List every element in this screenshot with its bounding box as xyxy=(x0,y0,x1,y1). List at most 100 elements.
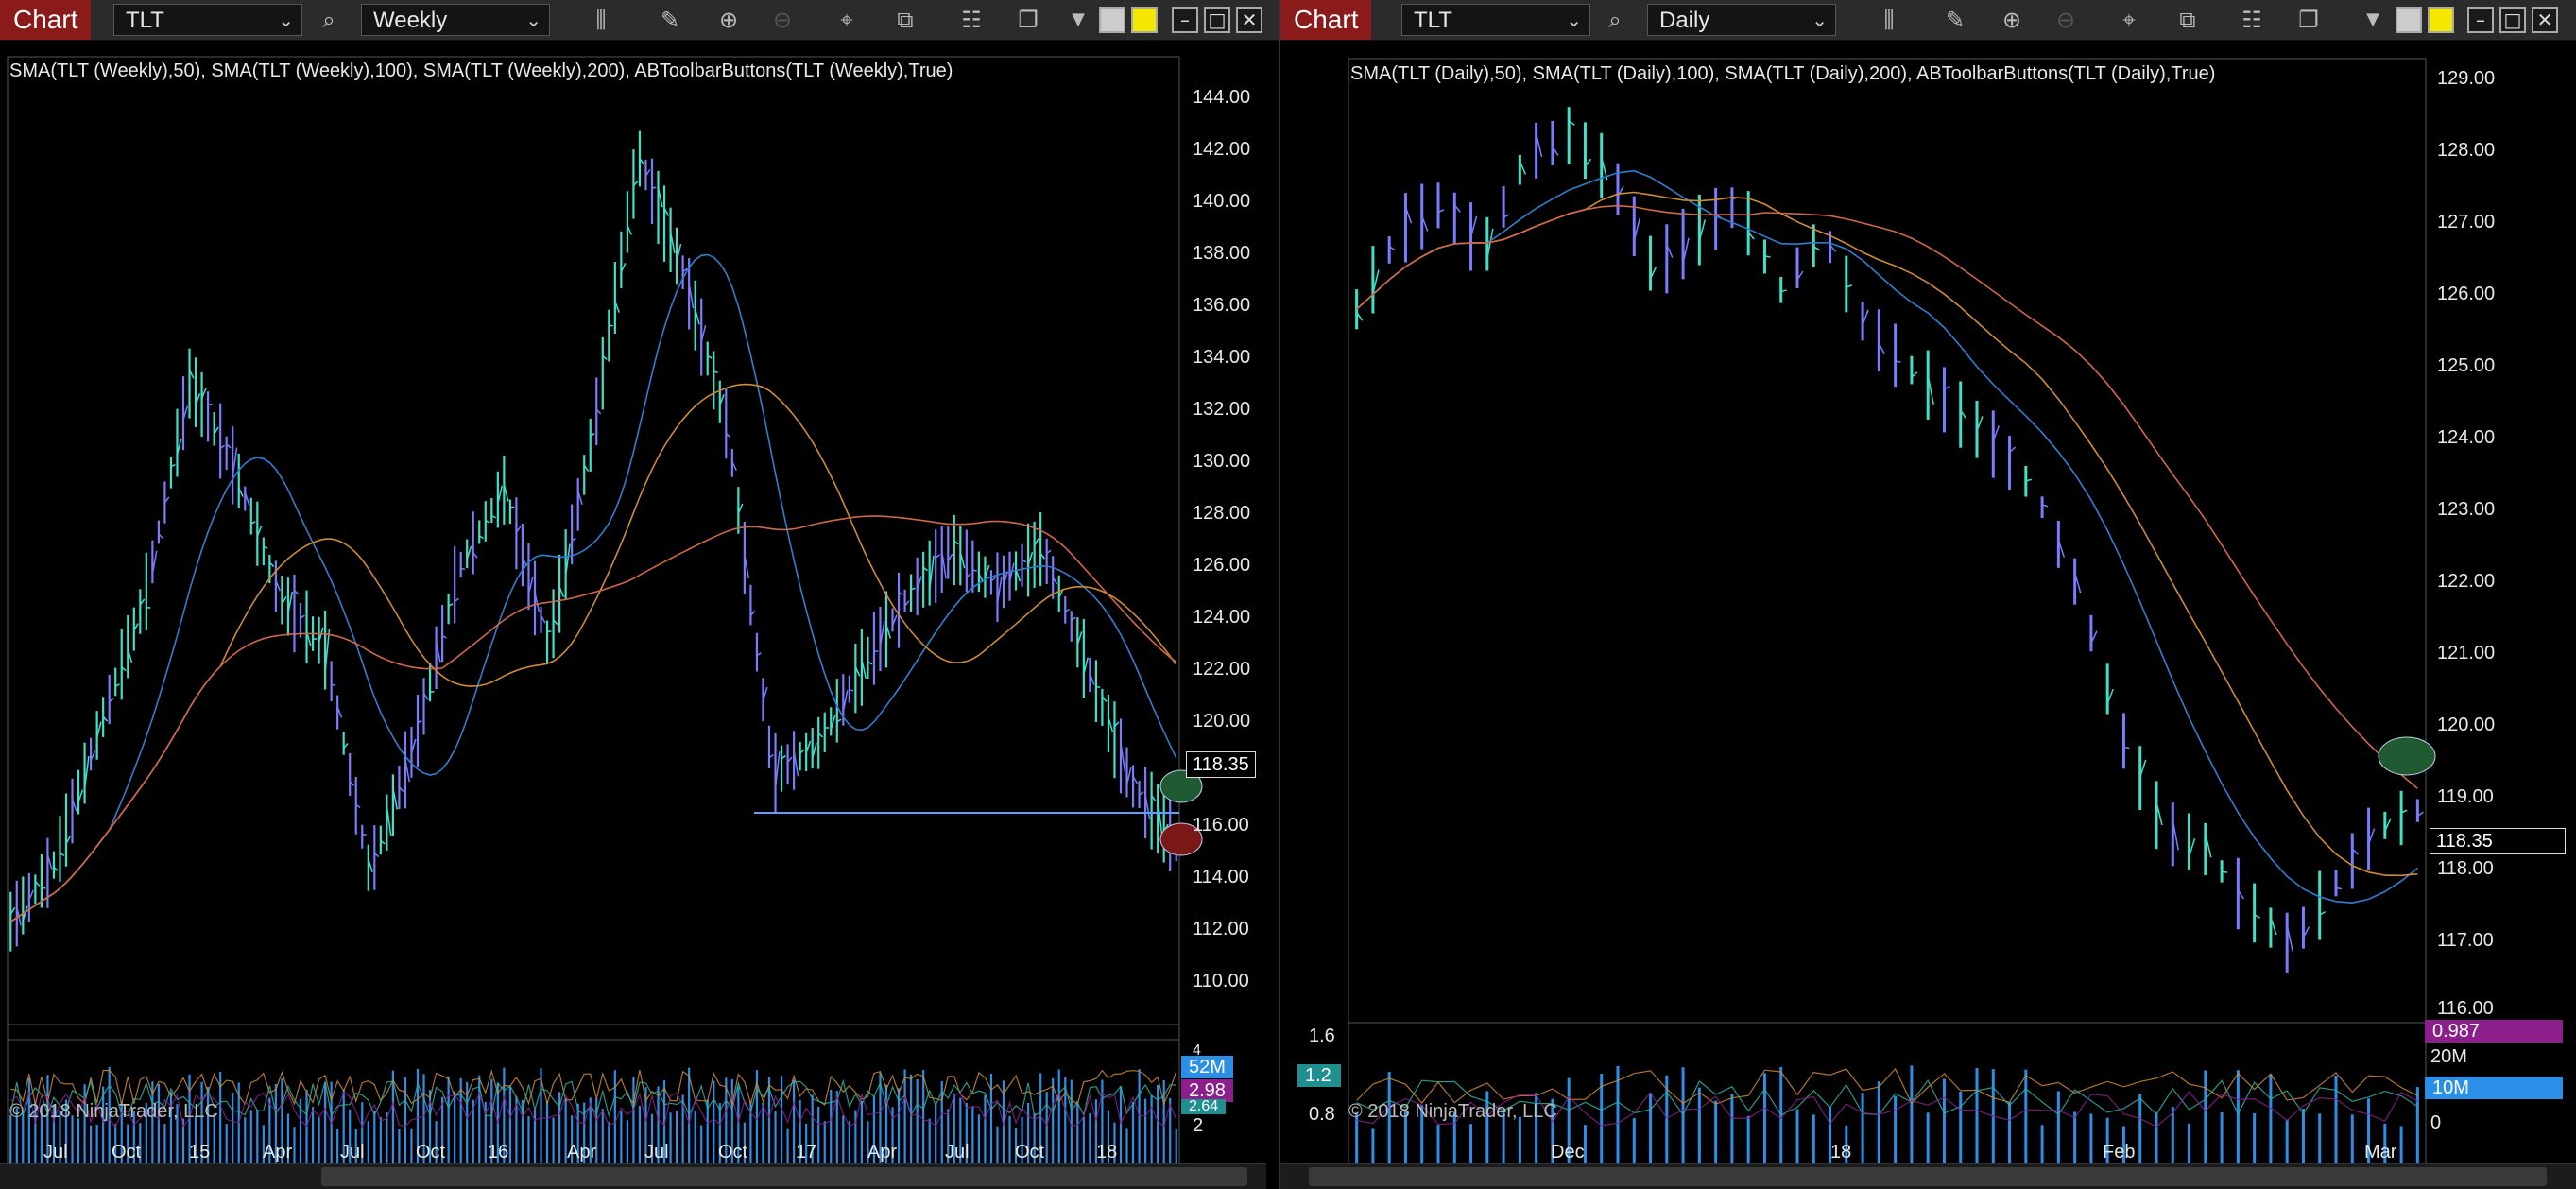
time-tick-label: Oct xyxy=(718,1142,748,1163)
time-tick-label: 17 xyxy=(796,1142,817,1163)
price-tick-label: 114.00 xyxy=(1193,867,1249,887)
properties-icon[interactable]: ☷ xyxy=(2237,5,2267,35)
bar-style-icon[interactable]: ⫼ xyxy=(1874,5,1904,35)
volume-axis-top: 20M xyxy=(2430,1046,2467,1067)
daily-chart-panel: Chart TLT ⌄ ⌕ Daily ⌄ ⫼ ✎ ⊕ ⊖ ⌖ ⧉ ☷ ❐ ▼ … xyxy=(1279,0,2576,1189)
price-tick-label: 127.00 xyxy=(2437,212,2496,233)
zoom-in-icon[interactable]: ⊕ xyxy=(1997,5,2027,35)
price-tick-label: 116.00 xyxy=(2437,998,2494,1019)
price-tick-label: 136.00 xyxy=(1193,295,1251,316)
daily-price-plot[interactable] xyxy=(1280,40,2576,1164)
price-bar-tick xyxy=(609,324,613,327)
price-bar-tick xyxy=(312,637,318,641)
price-tick-label: 126.00 xyxy=(1193,555,1251,576)
time-tick-label: Oct xyxy=(112,1142,142,1163)
crosshair-icon[interactable]: ⌖ xyxy=(832,5,862,35)
dropdown-arrow-icon[interactable]: ▼ xyxy=(1063,5,1093,35)
maximize-icon[interactable]: □ xyxy=(2499,7,2526,33)
bar-style-icon[interactable]: ⫼ xyxy=(586,5,616,35)
price-bar-tick xyxy=(849,689,854,692)
chart-toolbar: Chart TLT ⌄ ⌕ Daily ⌄ ⫼ ✎ ⊕ ⊖ ⌖ ⧉ ☷ ❐ ▼ … xyxy=(1280,0,2576,41)
close-icon[interactable]: ✕ xyxy=(1236,7,1262,33)
scrollbar-thumb[interactable] xyxy=(321,1167,1247,1186)
volume-axis-bottom: 0 xyxy=(2430,1112,2442,1133)
volume-plot-frame xyxy=(1348,1022,2427,1164)
zoom-out-icon[interactable]: ⊖ xyxy=(767,5,798,35)
horizontal-scrollbar[interactable] xyxy=(1280,1163,2576,1189)
price-tick-label: 144.00 xyxy=(1193,87,1251,108)
yellow-square-icon[interactable] xyxy=(2428,7,2454,33)
ratio-other-box: 2.64 xyxy=(1181,1099,1227,1114)
volume-axis-top: 4 xyxy=(1193,1043,1201,1059)
ratio-axis-top: 1.6 xyxy=(1309,1025,1335,1046)
price-tick-label: 128.00 xyxy=(1193,503,1251,524)
ratio-left-box: 1.2 xyxy=(1297,1064,1341,1087)
price-tick-label: 142.00 xyxy=(1193,139,1251,160)
horizontal-scrollbar[interactable] xyxy=(0,1163,1266,1189)
draw-pencil-icon[interactable]: ✎ xyxy=(655,5,685,35)
maximize-icon[interactable]: □ xyxy=(1204,7,1230,33)
price-tick-label: 125.00 xyxy=(2437,355,2496,376)
interval-selector[interactable]: Weekly ⌄ xyxy=(361,4,550,36)
time-tick-label: Oct xyxy=(416,1142,446,1163)
minimize-icon[interactable]: – xyxy=(2467,7,2494,33)
interval-selector[interactable]: Daily ⌄ xyxy=(1647,4,1836,36)
instrument-value: TLT xyxy=(126,8,164,33)
price-tick-label: 130.00 xyxy=(1193,451,1251,472)
price-tick-label: 132.00 xyxy=(1193,399,1251,420)
search-icon[interactable]: ⌕ xyxy=(314,5,344,35)
chevron-down-icon: ⌄ xyxy=(278,10,294,31)
dropdown-arrow-icon[interactable]: ▼ xyxy=(2358,5,2388,35)
ratio-axis-bottom: 0.8 xyxy=(1309,1104,1335,1125)
chart-tab[interactable]: Chart xyxy=(0,0,92,40)
price-tick-label: 120.00 xyxy=(2437,715,2496,735)
interval-value: Daily xyxy=(1659,8,1710,33)
zoom-out-icon[interactable]: ⊖ xyxy=(2051,5,2081,35)
templates-icon[interactable]: ❐ xyxy=(1013,5,1043,35)
time-tick-label: 15 xyxy=(189,1142,211,1163)
interval-value: Weekly xyxy=(373,8,448,33)
copyright-text: © 2018 NinjaTrader, LLC xyxy=(9,1101,218,1122)
volume-last-box: 10M xyxy=(2425,1077,2563,1099)
price-plot-frame xyxy=(7,56,1180,1041)
draw-pencil-icon[interactable]: ✎ xyxy=(1940,5,1970,35)
gray-square-icon[interactable] xyxy=(2396,7,2422,33)
time-tick-label: Apr xyxy=(567,1142,597,1163)
price-tick-label: 120.00 xyxy=(1193,711,1251,732)
time-tick-label: Oct xyxy=(1015,1142,1045,1163)
search-icon[interactable]: ⌕ xyxy=(1600,5,1630,35)
price-tick-label: 134.00 xyxy=(1193,347,1251,368)
data-box-icon[interactable]: ⧉ xyxy=(2172,5,2203,35)
price-plot-frame xyxy=(1348,58,2427,1024)
properties-icon[interactable]: ☷ xyxy=(956,5,987,35)
price-bar-tick xyxy=(429,690,435,694)
instrument-selector[interactable]: TLT ⌄ xyxy=(1401,4,1590,36)
weekly-price-plot[interactable] xyxy=(0,40,1279,1164)
price-tick-label: 110.00 xyxy=(1193,971,1249,991)
volume-axis-bottom: 2 xyxy=(1193,1115,1204,1136)
instrument-selector[interactable]: TLT ⌄ xyxy=(113,4,302,36)
templates-icon[interactable]: ❐ xyxy=(2293,5,2324,35)
sma-200-line xyxy=(1356,204,2418,789)
last-price-marker: 118.35 xyxy=(2430,828,2566,854)
weekly-chart-panel: Chart TLT ⌄ ⌕ Weekly ⌄ ⫼ ✎ ⊕ ⊖ ⌖ ⧉ ☷ ❐ ▼… xyxy=(0,0,1279,1189)
scrollbar-thumb[interactable] xyxy=(1309,1167,2547,1186)
minimize-icon[interactable]: – xyxy=(1172,7,1198,33)
time-tick-label: Feb xyxy=(2103,1142,2136,1163)
yellow-square-icon[interactable] xyxy=(1131,7,1158,33)
chart-toolbar: Chart TLT ⌄ ⌕ Weekly ⌄ ⫼ ✎ ⊕ ⊖ ⌖ ⧉ ☷ ❐ ▼… xyxy=(0,0,1279,41)
close-icon[interactable]: ✕ xyxy=(2532,7,2558,33)
volume-ratio-line xyxy=(10,1069,1177,1107)
chart-tab[interactable]: Chart xyxy=(1280,0,1372,40)
instrument-value: TLT xyxy=(1414,8,1452,33)
data-box-icon[interactable]: ⧉ xyxy=(890,5,920,35)
crosshair-icon[interactable]: ⌖ xyxy=(2114,5,2144,35)
price-tick-label: 138.00 xyxy=(1193,243,1251,264)
price-tick-label: 140.00 xyxy=(1193,191,1251,212)
time-tick-label: Dec xyxy=(1551,1142,1585,1163)
time-tick-label: Jul xyxy=(43,1142,68,1163)
gray-square-icon[interactable] xyxy=(1099,7,1125,33)
price-tick-label: 128.00 xyxy=(2437,140,2496,161)
time-tick-label: Apr xyxy=(867,1142,898,1163)
zoom-in-icon[interactable]: ⊕ xyxy=(713,5,744,35)
